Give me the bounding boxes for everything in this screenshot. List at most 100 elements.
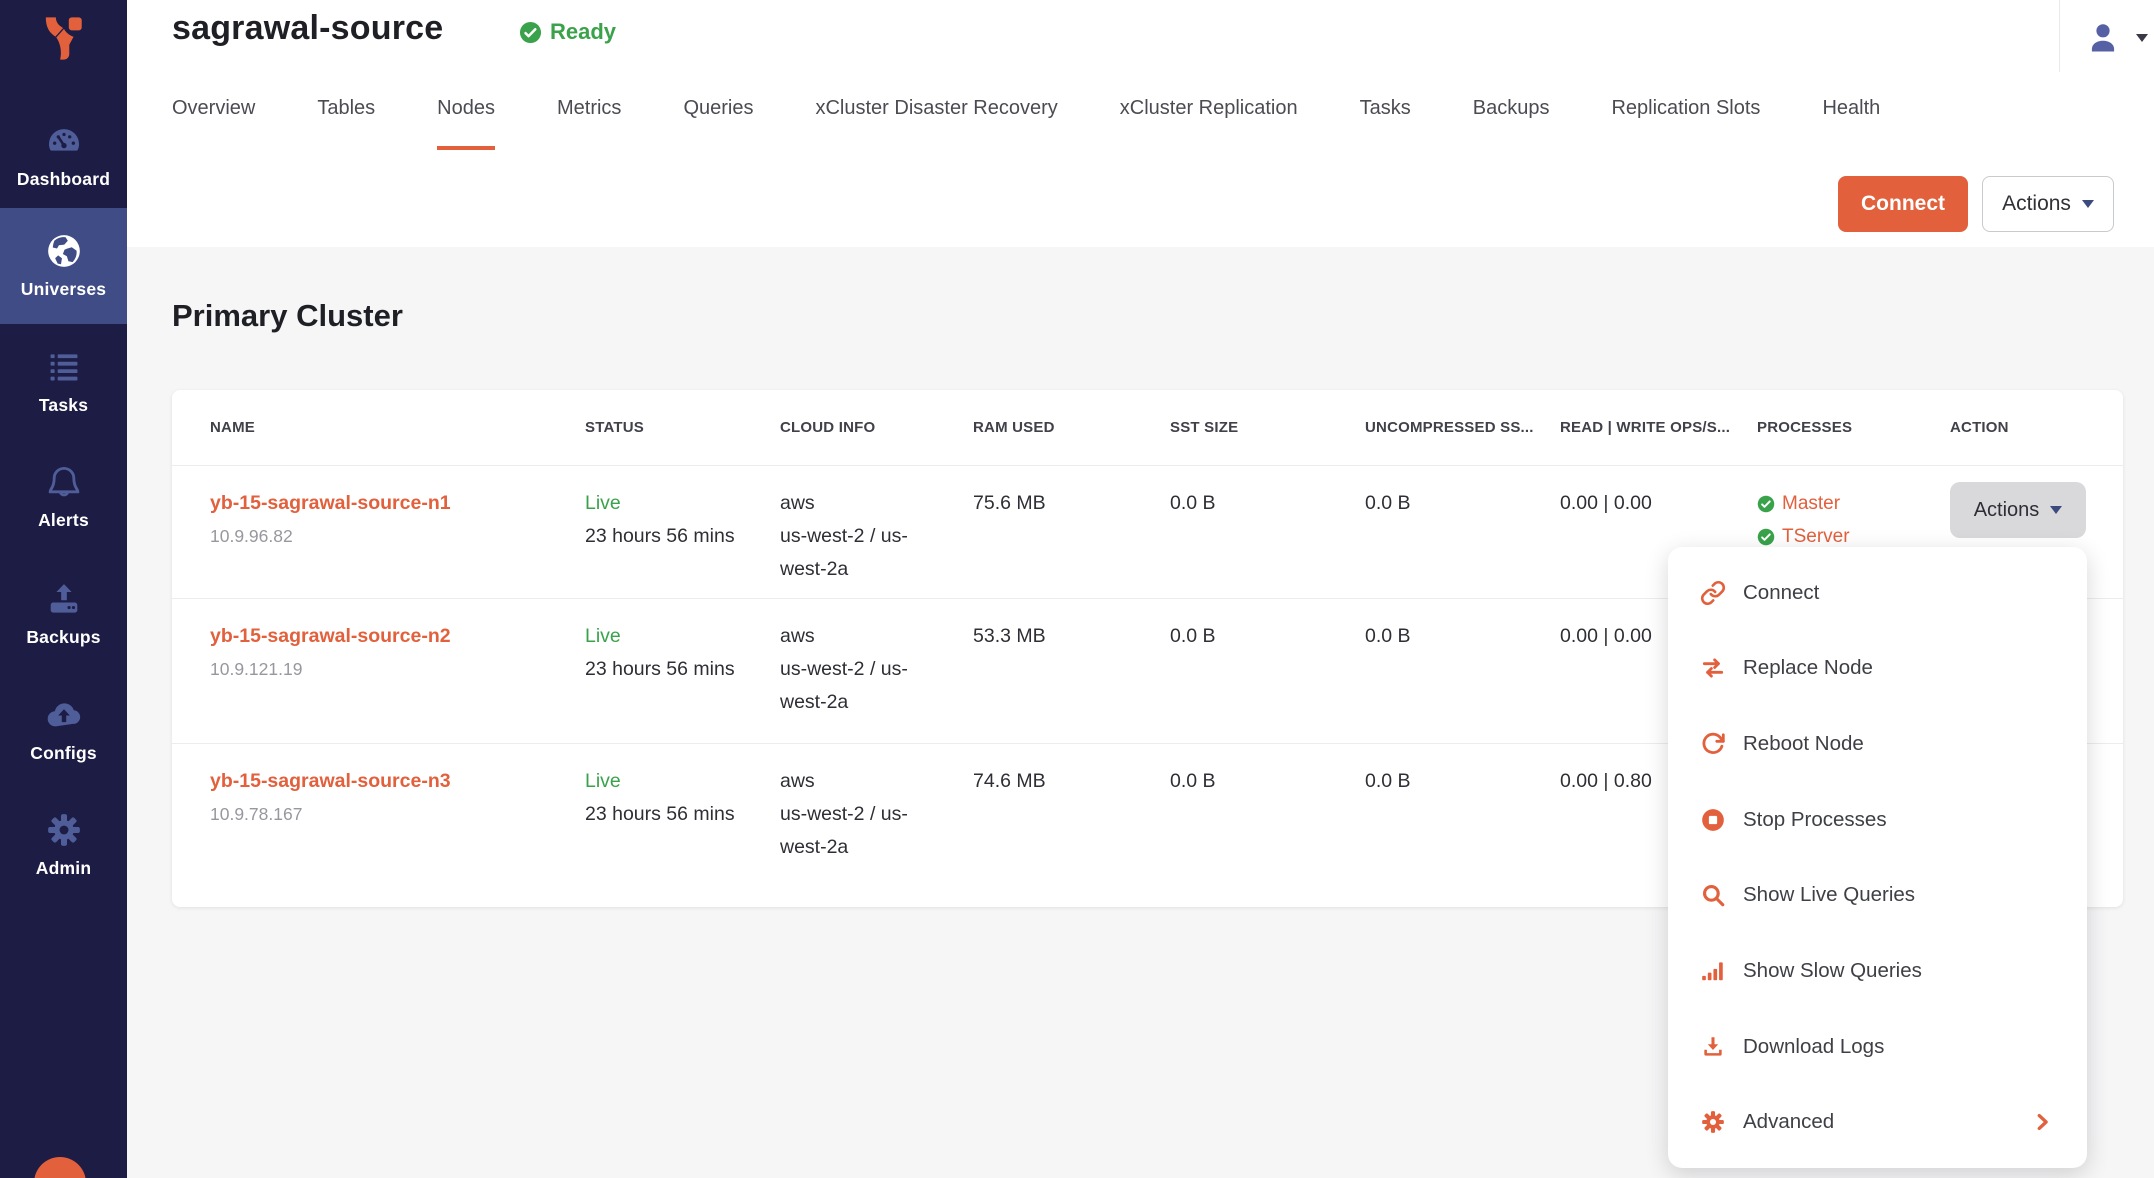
status-badge: Ready	[519, 19, 616, 45]
tab-tasks[interactable]: Tasks	[1360, 97, 1411, 150]
sidebar-item-label: Admin	[36, 858, 91, 879]
column-header-read-write: READ | WRITE OPS/S...	[1560, 419, 1757, 436]
node-status: Live	[585, 765, 780, 798]
chevron-down-icon	[2136, 34, 2148, 42]
connect-button[interactable]: Connect	[1838, 176, 1968, 232]
node-ram-used: 53.3 MB	[973, 599, 1170, 743]
tab-backups[interactable]: Backups	[1473, 97, 1550, 150]
node-uncompressed-sst: 0.0 B	[1365, 466, 1560, 598]
tab-nodes[interactable]: Nodes	[437, 97, 495, 150]
swap-arrows-icon	[1700, 655, 1726, 681]
tab-metrics[interactable]: Metrics	[557, 97, 621, 150]
node-name-link[interactable]: yb-15-sagrawal-source-n3	[210, 765, 585, 798]
sidebar-item-label: Backups	[26, 627, 100, 648]
tab-replication-slots[interactable]: Replication Slots	[1611, 97, 1760, 150]
tab-queries[interactable]: Queries	[683, 97, 753, 150]
menu-item-show-slow-queries[interactable]: Show Slow Queries	[1668, 933, 2087, 1009]
menu-item-reboot-node[interactable]: Reboot Node	[1668, 706, 2087, 782]
table-header-row: NAME STATUS CLOUD INFO RAM USED SST SIZE…	[172, 390, 2123, 466]
download-icon	[1700, 1034, 1726, 1060]
sidebar-item-universes[interactable]: Universes	[0, 208, 127, 324]
process-master[interactable]: Master	[1757, 487, 1950, 520]
menu-item-replace-node[interactable]: Replace Node	[1668, 631, 2087, 707]
search-icon	[1700, 882, 1726, 908]
column-header-processes: PROCESSES	[1757, 419, 1950, 436]
page-title: sagrawal-source	[172, 9, 443, 48]
check-circle-icon	[519, 21, 542, 44]
node-uptime: 23 hours 56 mins	[585, 520, 780, 553]
node-uncompressed-sst: 0.0 B	[1365, 599, 1560, 743]
node-cloud-info: awsus-west-2 / us-west-2a	[780, 599, 973, 743]
backup-upload-icon	[45, 580, 83, 618]
status-label: Ready	[550, 19, 616, 45]
node-uptime: 23 hours 56 mins	[585, 798, 780, 831]
stop-circle-icon	[1700, 807, 1726, 833]
sidebar-item-configs[interactable]: Configs	[0, 680, 127, 780]
universe-actions-label: Actions	[2002, 192, 2071, 216]
node-status: Live	[585, 620, 780, 653]
yugabyte-logo-icon	[41, 16, 87, 61]
sidebar-item-tasks[interactable]: Tasks	[0, 332, 127, 432]
task-list-icon	[45, 348, 83, 386]
menu-item-download-logs[interactable]: Download Logs	[1668, 1009, 2087, 1085]
link-icon	[1700, 580, 1726, 606]
tab-xcluster-disaster-recovery[interactable]: xCluster Disaster Recovery	[815, 97, 1057, 150]
column-header-sst-size: SST SIZE	[1170, 419, 1365, 436]
chevron-right-icon	[2031, 1111, 2053, 1133]
section-title: Primary Cluster	[172, 298, 403, 334]
person-icon	[2085, 20, 2121, 56]
menu-item-stop-processes[interactable]: Stop Processes	[1668, 782, 2087, 858]
node-name-link[interactable]: yb-15-sagrawal-source-n1	[210, 487, 585, 520]
check-circle-icon	[1757, 528, 1775, 546]
tab-health[interactable]: Health	[1822, 97, 1880, 150]
node-actions-button[interactable]: Actions	[1950, 482, 2086, 538]
sidebar-item-label: Tasks	[39, 395, 88, 416]
column-header-uncompressed: UNCOMPRESSED SS...	[1365, 419, 1560, 436]
yugabyte-logo[interactable]	[0, 16, 127, 61]
gear-icon	[45, 811, 83, 849]
sidebar-item-label: Dashboard	[17, 169, 110, 190]
sidebar-item-alerts[interactable]: Alerts	[0, 447, 127, 547]
gear-icon	[1700, 1109, 1726, 1135]
rotate-cw-icon	[1700, 731, 1726, 757]
menu-item-show-live-queries[interactable]: Show Live Queries	[1668, 858, 2087, 934]
user-menu[interactable]	[2085, 20, 2148, 56]
topbar: sagrawal-source Ready Overview Tables No…	[127, 0, 2154, 247]
node-ip: 10.9.96.82	[210, 520, 585, 553]
sidebar-item-admin[interactable]: Admin	[0, 795, 127, 895]
tab-overview[interactable]: Overview	[172, 97, 255, 150]
universe-actions-button[interactable]: Actions	[1982, 176, 2114, 232]
node-name-link[interactable]: yb-15-sagrawal-source-n2	[210, 620, 585, 653]
node-ip: 10.9.78.167	[210, 798, 585, 831]
node-sst-size: 0.0 B	[1170, 744, 1365, 906]
sidebar-item-label: Alerts	[38, 510, 89, 531]
node-cloud-info: awsus-west-2 / us-west-2a	[780, 744, 973, 906]
sidebar-item-backups[interactable]: Backups	[0, 564, 127, 664]
node-ip: 10.9.121.19	[210, 653, 585, 686]
bar-chart-icon	[1700, 958, 1726, 984]
chevron-down-icon	[2050, 506, 2062, 514]
check-circle-icon	[1757, 495, 1775, 513]
node-ram-used: 75.6 MB	[973, 466, 1170, 598]
globe-icon	[45, 232, 83, 270]
sidebar-item-dashboard[interactable]: Dashboard	[0, 104, 127, 208]
sidebar-item-label: Configs	[30, 743, 97, 764]
column-header-action: ACTION	[1950, 419, 2123, 436]
cloud-upload-icon	[45, 696, 83, 734]
tab-tables[interactable]: Tables	[317, 97, 375, 150]
node-uptime: 23 hours 56 mins	[585, 653, 780, 686]
node-sst-size: 0.0 B	[1170, 466, 1365, 598]
help-bubble-button[interactable]	[34, 1157, 86, 1178]
node-ram-used: 74.6 MB	[973, 744, 1170, 906]
menu-item-advanced[interactable]: Advanced	[1668, 1084, 2087, 1160]
column-header-name: NAME	[172, 419, 585, 436]
column-header-ram-used: RAM USED	[973, 419, 1170, 436]
chevron-down-icon	[2082, 200, 2094, 208]
node-actions-menu: Connect Replace Node Reboot Node Stop Pr…	[1668, 547, 2087, 1168]
topbar-divider	[2059, 0, 2060, 72]
node-cloud-info: awsus-west-2 / us-west-2a	[780, 466, 973, 598]
node-status: Live	[585, 487, 780, 520]
tab-xcluster-replication[interactable]: xCluster Replication	[1120, 97, 1298, 150]
menu-item-connect[interactable]: Connect	[1668, 555, 2087, 631]
gauge-icon	[45, 122, 83, 160]
